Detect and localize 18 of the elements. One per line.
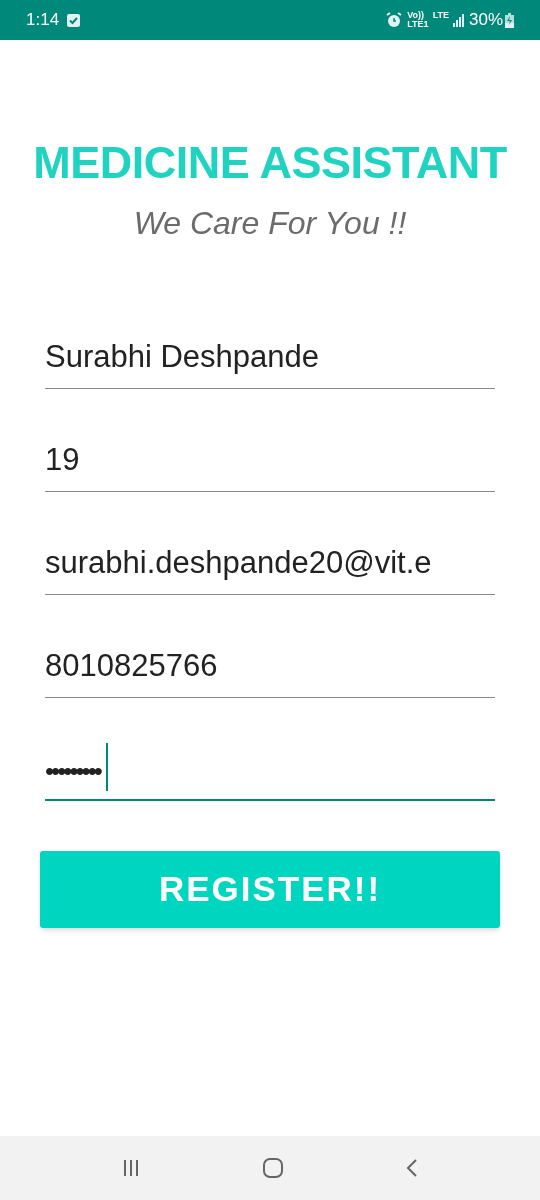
- input-field[interactable]: Surabhi Deshpande: [45, 329, 495, 389]
- password-field[interactable]: •••••••••: [45, 741, 495, 801]
- home-icon[interactable]: [262, 1157, 284, 1179]
- volte-indicator: Vo)): [407, 11, 425, 20]
- lte-indicator: LTE: [432, 9, 449, 22]
- clock-time: 1:14: [26, 9, 60, 32]
- input-field[interactable]: 8010825766: [45, 638, 495, 698]
- battery-percent: 30%: [468, 9, 503, 32]
- checkbox-notification-icon: [67, 13, 81, 27]
- app-subtitle: We Care For You !!: [133, 204, 407, 243]
- input-field[interactable]: surabhi.deshpande20@vit.e: [45, 535, 495, 595]
- app-title: MEDICINE ASSISTANT: [33, 140, 507, 185]
- alarm-icon: [385, 11, 404, 29]
- input-field[interactable]: 19: [45, 432, 495, 492]
- signal-icon: [452, 13, 465, 27]
- battery-charging-icon: [505, 12, 514, 28]
- back-icon[interactable]: [405, 1158, 420, 1178]
- network-label: LTE1: [407, 20, 429, 29]
